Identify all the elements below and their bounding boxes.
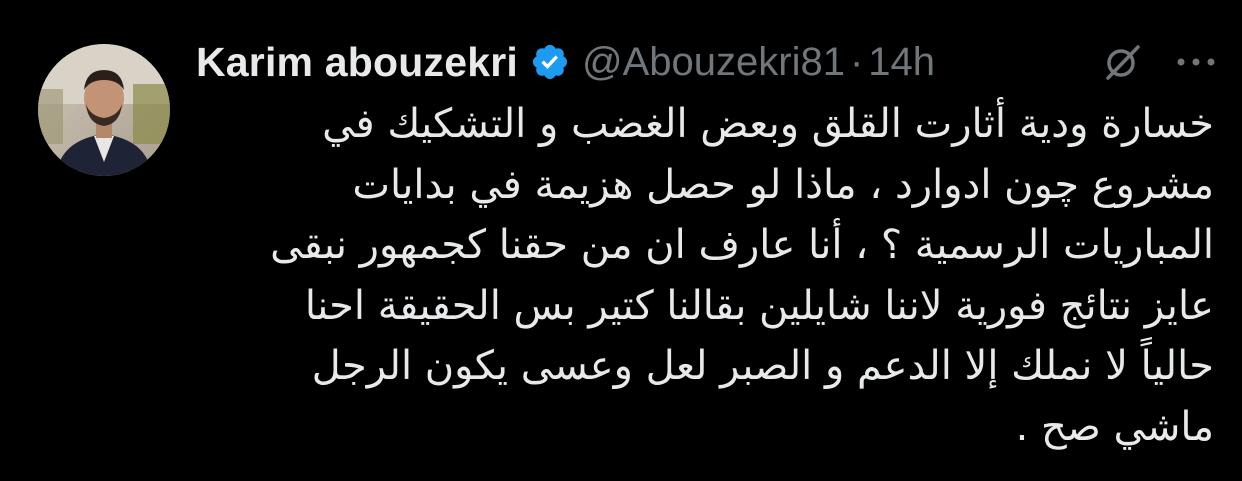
tweet-text: خسارة ودية أثارت القلق وبعض الغضب و التش… — [196, 94, 1214, 457]
more-options-icon[interactable] — [1172, 50, 1220, 74]
avatar[interactable] — [38, 44, 170, 176]
author-handle[interactable]: @Abouzekri81 — [582, 40, 845, 85]
tweet-text-line: عايز نتائج فورية لاننا شايلين بقالنا كتي… — [304, 282, 1214, 329]
tweet-text-line: خسارة ودية أثارت القلق وبعض الغضب و التش… — [322, 101, 1214, 147]
avatar-image — [38, 44, 170, 176]
tweet-text-line: مشروع چون ادوارد ، ماذا لو حصل هزيمة في … — [352, 161, 1214, 208]
timestamp[interactable]: 14h — [868, 40, 935, 85]
tweet-text-line: حالياً لا نملك إلا الدعم و الصبر لعل وعس… — [311, 343, 1214, 389]
grok-icon[interactable] — [1102, 42, 1142, 82]
verified-badge-icon[interactable] — [530, 42, 570, 82]
tweet-text-line: ماشي صح . — [1015, 403, 1214, 450]
author-display-name[interactable]: Karim abouzekri — [196, 39, 518, 86]
tweet-card[interactable]: Karim abouzekri @Abouzekri81 · 14h خسارة… — [0, 0, 1242, 481]
tweet-header: Karim abouzekri @Abouzekri81 · 14h — [196, 30, 1212, 94]
separator-dot: · — [849, 39, 864, 84]
tweet-text-line: المباريات الرسمية ؟ ، أنا عارف ان من حقن… — [270, 222, 1214, 268]
